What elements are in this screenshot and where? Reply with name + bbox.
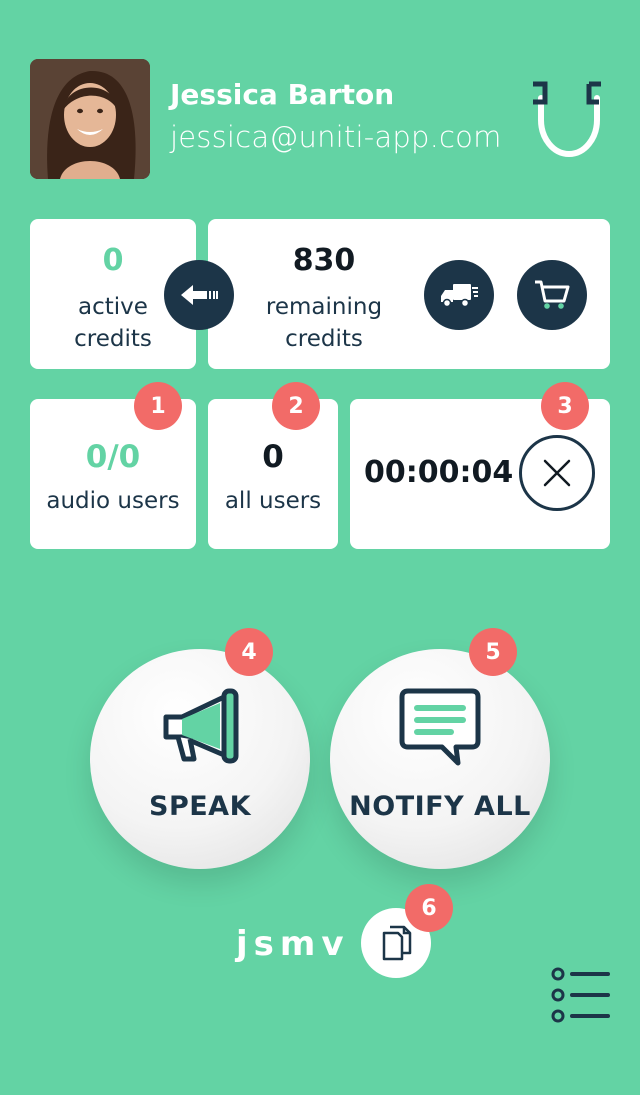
badge-5: 5 bbox=[469, 628, 517, 676]
menu-button[interactable] bbox=[548, 966, 612, 1024]
megaphone-icon bbox=[163, 688, 239, 764]
badge-6: 6 bbox=[405, 884, 453, 932]
all-users-card: 0 all users bbox=[208, 399, 338, 549]
badge-3: 3 bbox=[541, 382, 589, 430]
copy-icon bbox=[382, 925, 412, 961]
session-timer: 00:00:04 bbox=[364, 455, 514, 490]
remaining-credits-label: remaining credits bbox=[265, 294, 383, 352]
session-code: jsmv bbox=[236, 924, 350, 964]
close-icon bbox=[543, 459, 571, 487]
badge-1: 1 bbox=[134, 382, 182, 430]
speak-label: SPEAK bbox=[149, 791, 251, 822]
user-name: Jessica Barton bbox=[170, 78, 395, 111]
notify-all-label: NOTIFY ALL bbox=[349, 791, 531, 822]
arrow-left-icon bbox=[181, 285, 218, 305]
all-users-value: 0 bbox=[262, 439, 284, 475]
cart-button[interactable] bbox=[517, 260, 587, 330]
badge-4: 4 bbox=[225, 628, 273, 676]
audio-users-value: 0/0 bbox=[85, 439, 141, 475]
all-users-label: all users bbox=[224, 488, 322, 514]
audio-users-label: audio users bbox=[46, 488, 180, 514]
notify-all-button[interactable]: NOTIFY ALL bbox=[330, 649, 550, 869]
chat-message-icon bbox=[399, 688, 481, 766]
list-menu-icon bbox=[551, 967, 610, 1023]
end-session-button[interactable] bbox=[519, 435, 595, 511]
badge-2: 2 bbox=[272, 382, 320, 430]
delivery-button[interactable] bbox=[424, 260, 494, 330]
speak-button[interactable]: SPEAK bbox=[90, 649, 310, 869]
user-email: jessica@uniti-app.com bbox=[170, 120, 502, 154]
delivery-truck-icon bbox=[441, 284, 478, 308]
shopping-cart-icon bbox=[535, 280, 570, 309]
uniti-logo-icon bbox=[527, 76, 611, 162]
avatar bbox=[30, 59, 150, 179]
remaining-credits-value: 830 bbox=[292, 243, 356, 278]
transfer-credits-button[interactable] bbox=[164, 260, 234, 330]
